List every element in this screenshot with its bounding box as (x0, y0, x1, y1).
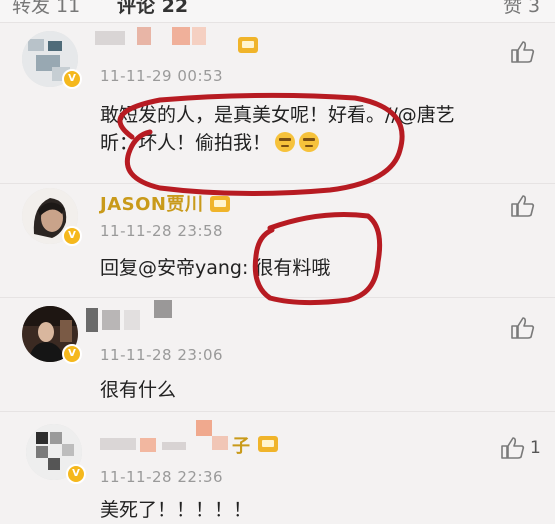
annotation-circle (117, 92, 405, 197)
annotation-circle (252, 212, 383, 306)
annotation-overlay (117, 92, 405, 306)
